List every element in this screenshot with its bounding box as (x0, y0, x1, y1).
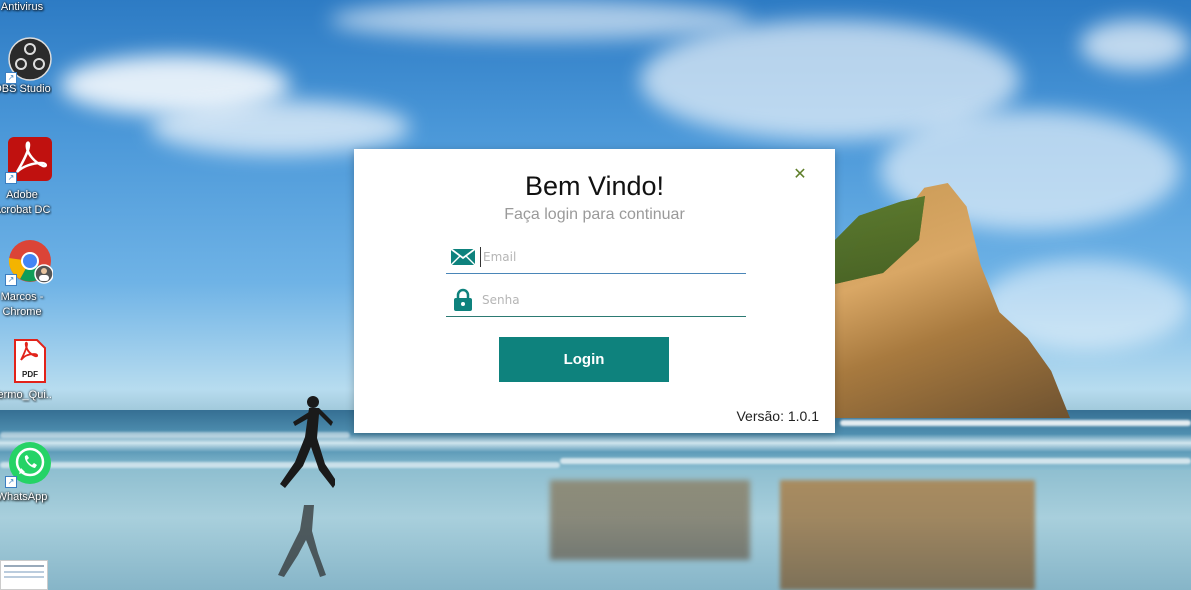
desktop-icon-label-line2: Chrome (2, 306, 42, 318)
desktop-icon-label: Antivirus (0, 1, 44, 13)
desktop-icon-whatsapp[interactable]: ↗ WhatsApp (0, 440, 60, 505)
desktop-icon-antivirus[interactable]: Antivirus (0, 0, 60, 15)
lock-icon (454, 288, 472, 311)
desktop-icon-label: Termo_Qui... (0, 389, 52, 401)
desktop-icon-label-line1: Marcos - (0, 291, 44, 303)
desktop-icon-pdf-file[interactable]: PDF Termo_Qui... (0, 338, 60, 403)
desktop-icon-label-line1: Adobe (6, 189, 38, 201)
whatsapp-icon: ↗ (5, 440, 53, 488)
password-input[interactable] (480, 290, 739, 310)
desktop-icon-obs-studio[interactable]: ↗ OBS Studio (0, 36, 60, 97)
password-field-container (446, 286, 746, 317)
login-dialog: ✕ Bem Vindo! Faça login para continuar L… (354, 149, 835, 433)
dialog-title: Bem Vindo! (524, 171, 665, 201)
shortcut-arrow-icon: ↗ (5, 172, 17, 184)
desktop-icon-label: WhatsApp (0, 491, 48, 503)
chrome-icon: ↗ (5, 238, 54, 286)
version-label: Versão: 1.0.1 (736, 408, 819, 424)
email-field-container (446, 243, 746, 274)
desktop-icon-adobe-acrobat[interactable]: ↗ Adobe Acrobat DC (0, 136, 60, 218)
shortcut-arrow-icon: ↗ (5, 72, 17, 84)
desktop-icon-chrome[interactable]: ↗ Marcos - Chrome (0, 238, 60, 320)
login-button[interactable]: Login (499, 337, 669, 382)
pdf-file-icon: PDF (7, 338, 53, 384)
runner-silhouette (280, 396, 335, 488)
obs-studio-icon: ↗ (5, 36, 53, 84)
pdf-badge: PDF (22, 370, 38, 379)
dialog-subtitle: Faça login para continuar (504, 206, 685, 223)
runner-reflection (278, 505, 326, 577)
desktop-icon-label: OBS Studio (0, 83, 51, 95)
envelope-icon (451, 248, 475, 266)
adobe-acrobat-icon: ↗ (5, 136, 53, 184)
desktop-icon-document-thumbnail[interactable] (0, 560, 48, 590)
shortcut-arrow-icon: ↗ (5, 476, 17, 488)
shortcut-arrow-icon: ↗ (5, 274, 17, 286)
desktop-icon-label-line2: Acrobat DC (0, 204, 51, 216)
email-input[interactable] (480, 247, 740, 267)
